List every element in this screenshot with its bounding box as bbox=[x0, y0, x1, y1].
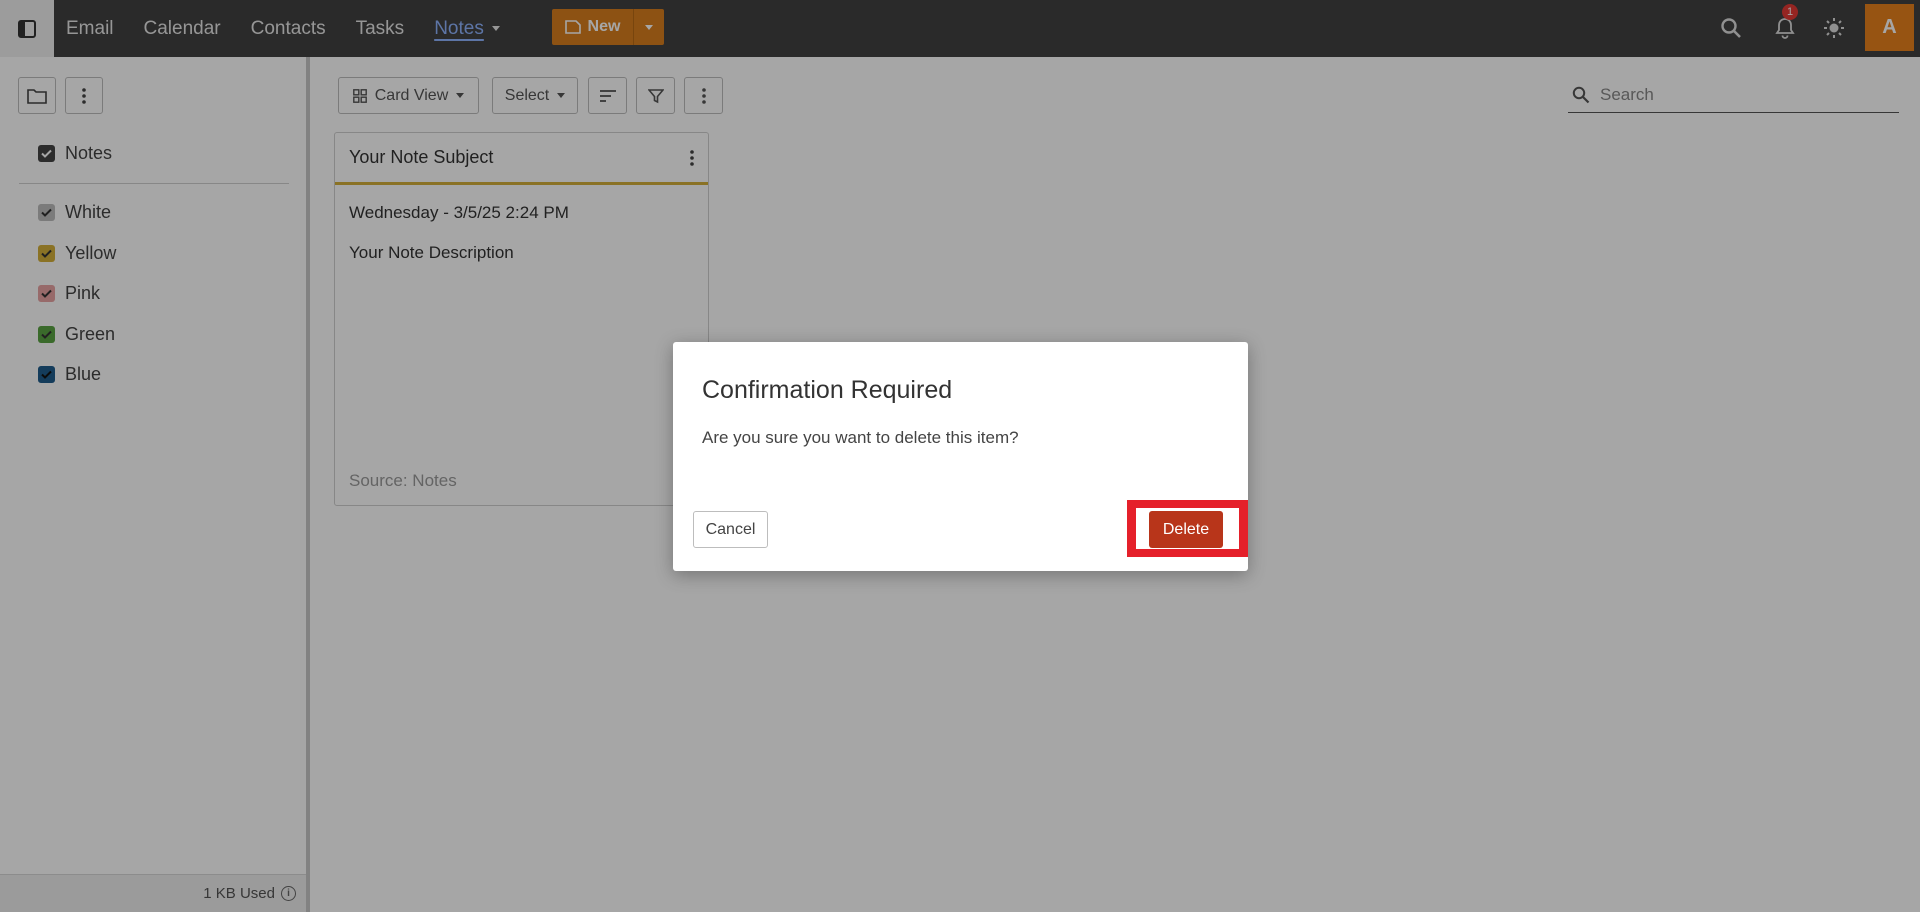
dialog-message: Are you sure you want to delete this ite… bbox=[702, 428, 1019, 447]
cancel-button[interactable]: Cancel bbox=[693, 511, 768, 548]
delete-button[interactable]: Delete bbox=[1149, 511, 1223, 548]
dialog-title: Confirmation Required bbox=[702, 376, 953, 404]
